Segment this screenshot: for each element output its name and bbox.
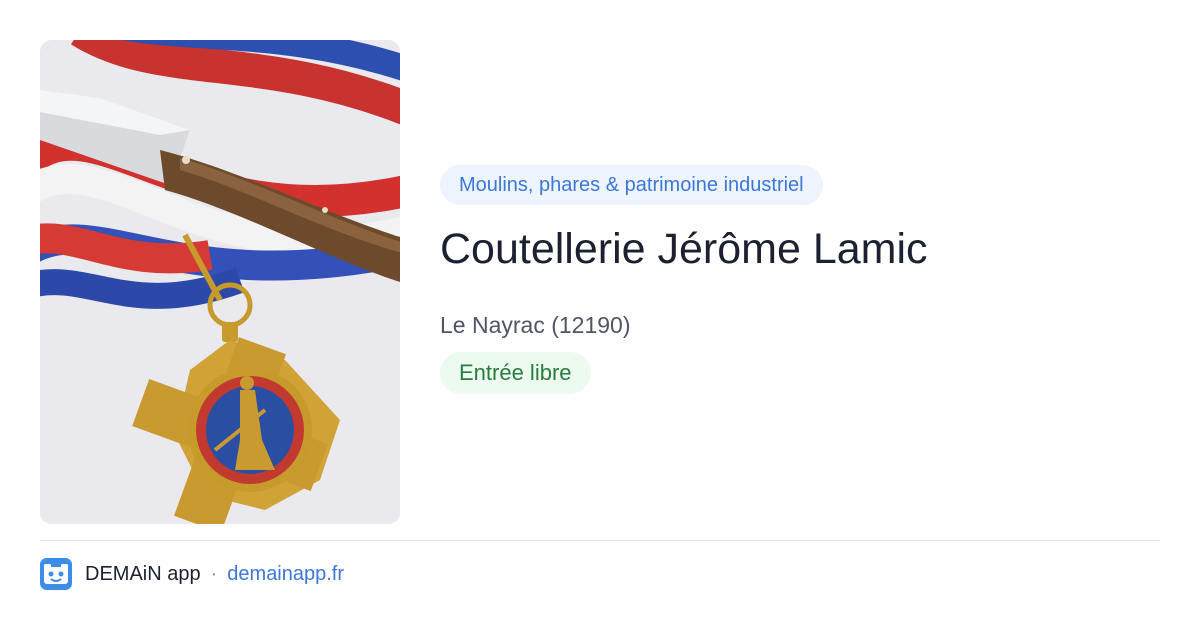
access-badge: Entrée libre bbox=[440, 352, 591, 394]
share-card: Moulins, phares & patrimoine industriel … bbox=[0, 0, 1200, 630]
demain-app-logo-icon bbox=[40, 558, 72, 590]
place-info: Moulins, phares & patrimoine industriel … bbox=[440, 165, 1160, 394]
footer-divider bbox=[40, 540, 1160, 541]
place-title: Coutellerie Jérôme Lamic bbox=[440, 225, 928, 273]
footer: DEMAiN app · demainapp.fr bbox=[40, 558, 344, 590]
category-badge[interactable]: Moulins, phares & patrimoine industriel bbox=[440, 165, 823, 205]
app-url-link[interactable]: demainapp.fr bbox=[227, 563, 344, 586]
app-name: DEMAiN app bbox=[85, 562, 201, 585]
place-photo bbox=[40, 40, 400, 524]
place-location: Le Nayrac (12190) bbox=[440, 312, 631, 338]
footer-separator: · bbox=[210, 562, 218, 585]
